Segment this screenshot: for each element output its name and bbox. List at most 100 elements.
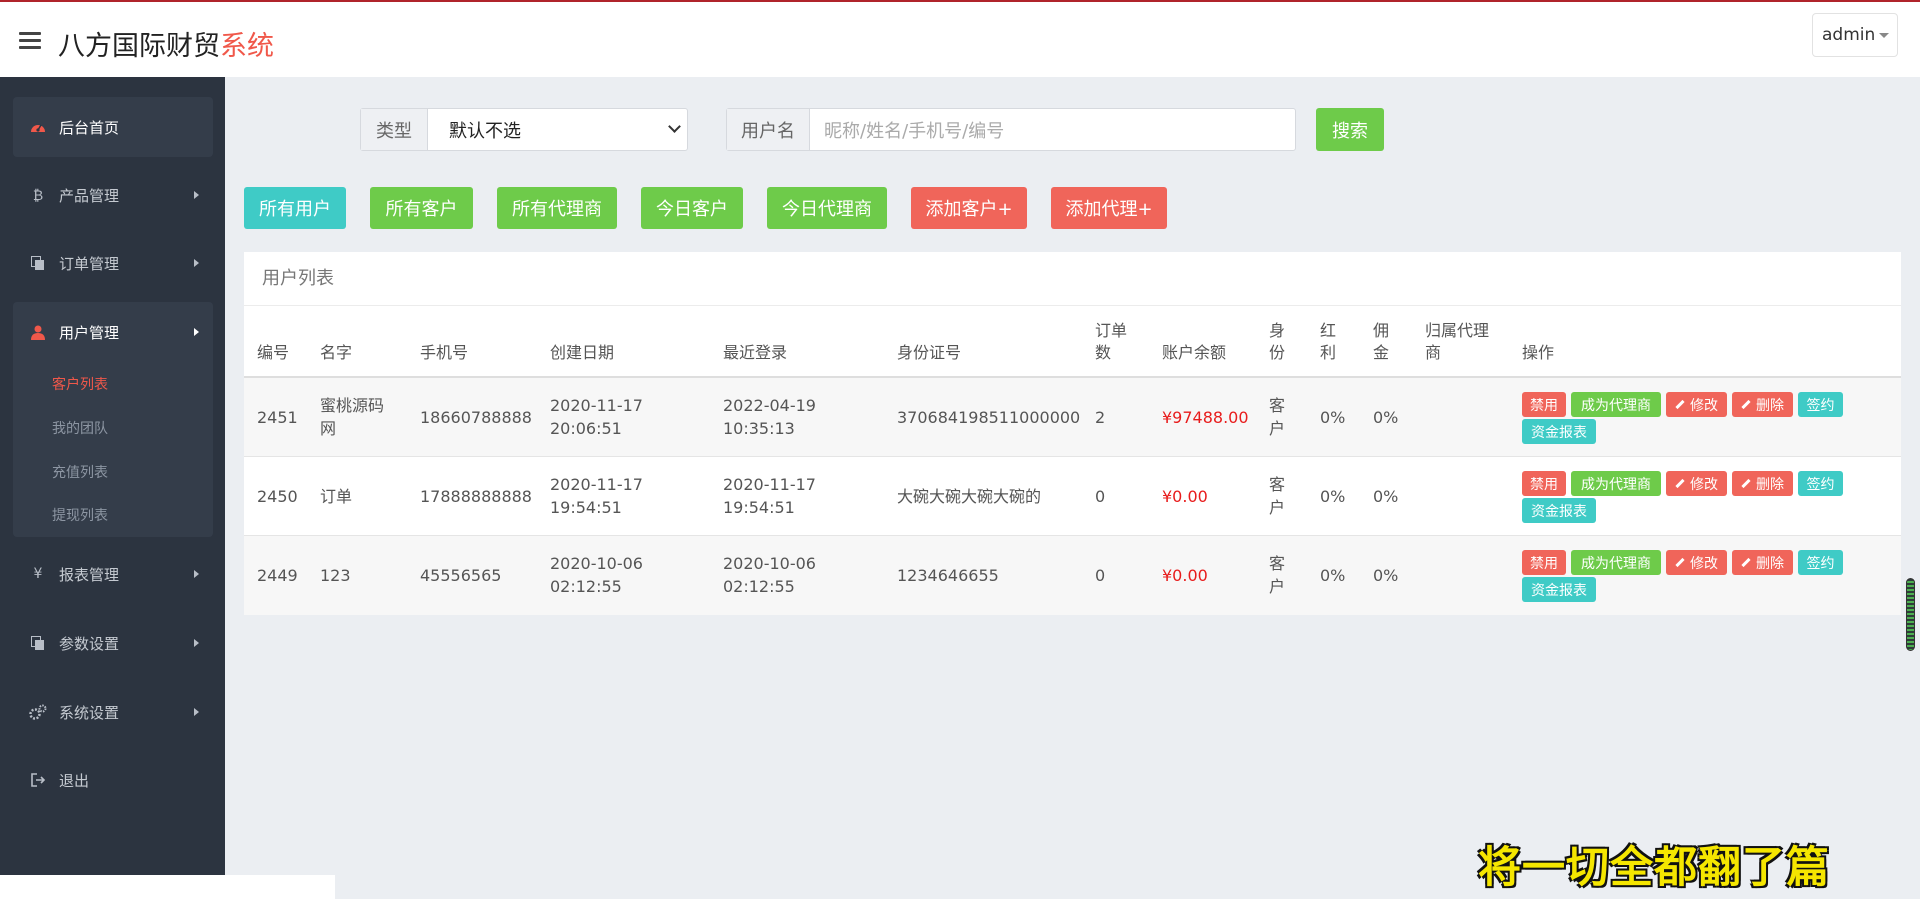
disable-button[interactable]: 禁用 [1522, 550, 1566, 575]
sign-button[interactable]: 签约 [1798, 471, 1843, 496]
pencil-icon [1741, 478, 1751, 489]
pencil-icon [1675, 557, 1685, 568]
sidebar-item-label: 报表管理 [59, 565, 120, 584]
brand-title: 八方国际财贸系统 [58, 24, 274, 63]
caret-down-icon [1879, 33, 1889, 38]
cell-bonus: 0% [1320, 487, 1346, 506]
delete-button[interactable]: 删除 [1732, 550, 1793, 575]
search-input[interactable]: 昵称/姓名/手机号/编号 [810, 109, 1295, 150]
cell-id: 2451 [257, 408, 298, 427]
fund-report-button[interactable]: 资金报表 [1522, 419, 1596, 444]
sidebar-subitem-customer-list[interactable]: 客户列表 [52, 374, 108, 394]
header-phone: 手机号 [420, 343, 469, 362]
pencil-icon [1675, 478, 1685, 489]
add-customer-button[interactable]: 添加客户+ [911, 187, 1027, 229]
cell-orders: 0 [1095, 487, 1106, 506]
add-agent-button[interactable]: 添加代理+ [1051, 187, 1167, 229]
fund-report-button[interactable]: 资金报表 [1522, 498, 1596, 523]
pencil-icon [1741, 557, 1751, 568]
cell-time: 02:12:55 [723, 577, 795, 596]
scrollbar-thumb[interactable] [1906, 578, 1915, 651]
chevron-right-icon [194, 708, 199, 716]
cell-created: 2020-11-17 19:54:51 [550, 473, 643, 519]
sidebar-item-logout[interactable]: 退出 [13, 760, 213, 800]
edit-label: 修改 [1690, 555, 1718, 572]
sidebar-item-params[interactable]: 参数设置 [13, 623, 213, 663]
chevron-right-icon [194, 639, 199, 647]
hamburger-menu-icon[interactable] [19, 32, 41, 50]
sidebar-item-users[interactable]: 用户管理 [13, 312, 213, 352]
sidebar-item-system[interactable]: 系统设置 [13, 692, 213, 732]
sidebar-item-reports[interactable]: ¥ 报表管理 [13, 554, 213, 594]
sign-button[interactable]: 签约 [1798, 550, 1843, 575]
type-select[interactable]: 默认不选 [428, 109, 687, 150]
cell-phone: 18660788888 [420, 408, 532, 427]
cell-time: 19:54:51 [723, 498, 795, 517]
sidebar-item-orders[interactable]: 订单管理 [13, 243, 213, 283]
cell-last-login: 2020-10-06 02:12:55 [723, 552, 816, 598]
cell-time: 02:12:55 [550, 577, 622, 596]
cell-date: 2020-11-17 [723, 475, 816, 494]
delete-button[interactable]: 删除 [1732, 471, 1793, 496]
filter-today-agents-button[interactable]: 今日代理商 [767, 187, 887, 229]
make-agent-button[interactable]: 成为代理商 [1571, 550, 1661, 575]
cell-name: 123 [320, 566, 351, 585]
sidebar-subitem-withdraw-list[interactable]: 提现列表 [52, 505, 108, 525]
delete-button[interactable]: 删除 [1732, 392, 1793, 417]
cell-orders: 0 [1095, 566, 1106, 585]
cell-name-line: 网 [320, 419, 337, 438]
header-last-login: 最近登录 [723, 343, 788, 362]
cell-date: 2020-10-06 [550, 554, 643, 573]
search-button[interactable]: 搜索 [1316, 108, 1384, 151]
chevron-right-icon [194, 259, 199, 267]
header-operations: 操作 [1522, 343, 1555, 362]
header-text: 商 [1425, 343, 1442, 362]
cell-role-line: 户 [1269, 577, 1286, 596]
cell-idcard: 370684198511000000 [897, 408, 1081, 427]
sidebar-item-label: 参数设置 [59, 634, 120, 653]
user-list-panel: 用户列表 编号 名字 手机号 创建日期 最近登录 身份证号 订单数 账户余额 身… [244, 252, 1901, 615]
cell-commission: 0% [1373, 408, 1399, 427]
panel-title: 用户列表 [244, 252, 1901, 306]
cell-date: 2020-11-17 [550, 396, 643, 415]
user-icon [25, 324, 51, 340]
header-created: 创建日期 [550, 343, 615, 362]
filter-today-customers-button[interactable]: 今日客户 [641, 187, 743, 229]
cell-name: 订单 [320, 487, 353, 506]
pencil-icon [1741, 399, 1751, 410]
sidebar-subitem-recharge-list[interactable]: 充值列表 [52, 462, 108, 482]
cell-role: 客户 [1269, 473, 1285, 519]
disable-button[interactable]: 禁用 [1522, 471, 1566, 496]
brand-highlight: 系统 [220, 31, 274, 62]
header-role: 身份 [1269, 320, 1285, 364]
chevron-right-icon [194, 191, 199, 199]
make-agent-button[interactable]: 成为代理商 [1571, 392, 1661, 417]
disable-button[interactable]: 禁用 [1522, 392, 1566, 417]
cell-bonus: 0% [1320, 408, 1346, 427]
cell-time: 19:54:51 [550, 498, 622, 517]
header-text: 佣 [1373, 321, 1390, 340]
gears-icon [25, 704, 51, 720]
header-text: 金 [1373, 343, 1390, 362]
sidebar-item-products[interactable]: ₿ 产品管理 [13, 175, 213, 215]
header-text: 归属代理 [1425, 321, 1490, 340]
user-dropdown-button[interactable]: admin [1812, 13, 1898, 57]
sidebar-item-home[interactable]: 后台首页 [13, 107, 213, 147]
fund-report-button[interactable]: 资金报表 [1522, 577, 1596, 602]
header-text: 身 [1269, 321, 1286, 340]
filter-all-users-button[interactable]: 所有用户 [244, 187, 346, 229]
header-agent: 归属代理商 [1425, 320, 1489, 364]
cell-time: 10:35:13 [723, 419, 795, 438]
filter-all-agents-button[interactable]: 所有代理商 [497, 187, 617, 229]
header-text: 订单 [1095, 321, 1128, 340]
sign-button[interactable]: 签约 [1798, 392, 1843, 417]
make-agent-button[interactable]: 成为代理商 [1571, 471, 1661, 496]
edit-button[interactable]: 修改 [1666, 392, 1727, 417]
sidebar-item-label: 产品管理 [59, 186, 120, 205]
chevron-right-icon [194, 570, 199, 578]
edit-button[interactable]: 修改 [1666, 550, 1727, 575]
sidebar-subitem-my-team[interactable]: 我的团队 [52, 418, 108, 438]
filter-all-customers-button[interactable]: 所有客户 [370, 187, 473, 229]
edit-button[interactable]: 修改 [1666, 471, 1727, 496]
delete-label: 删除 [1756, 555, 1784, 572]
